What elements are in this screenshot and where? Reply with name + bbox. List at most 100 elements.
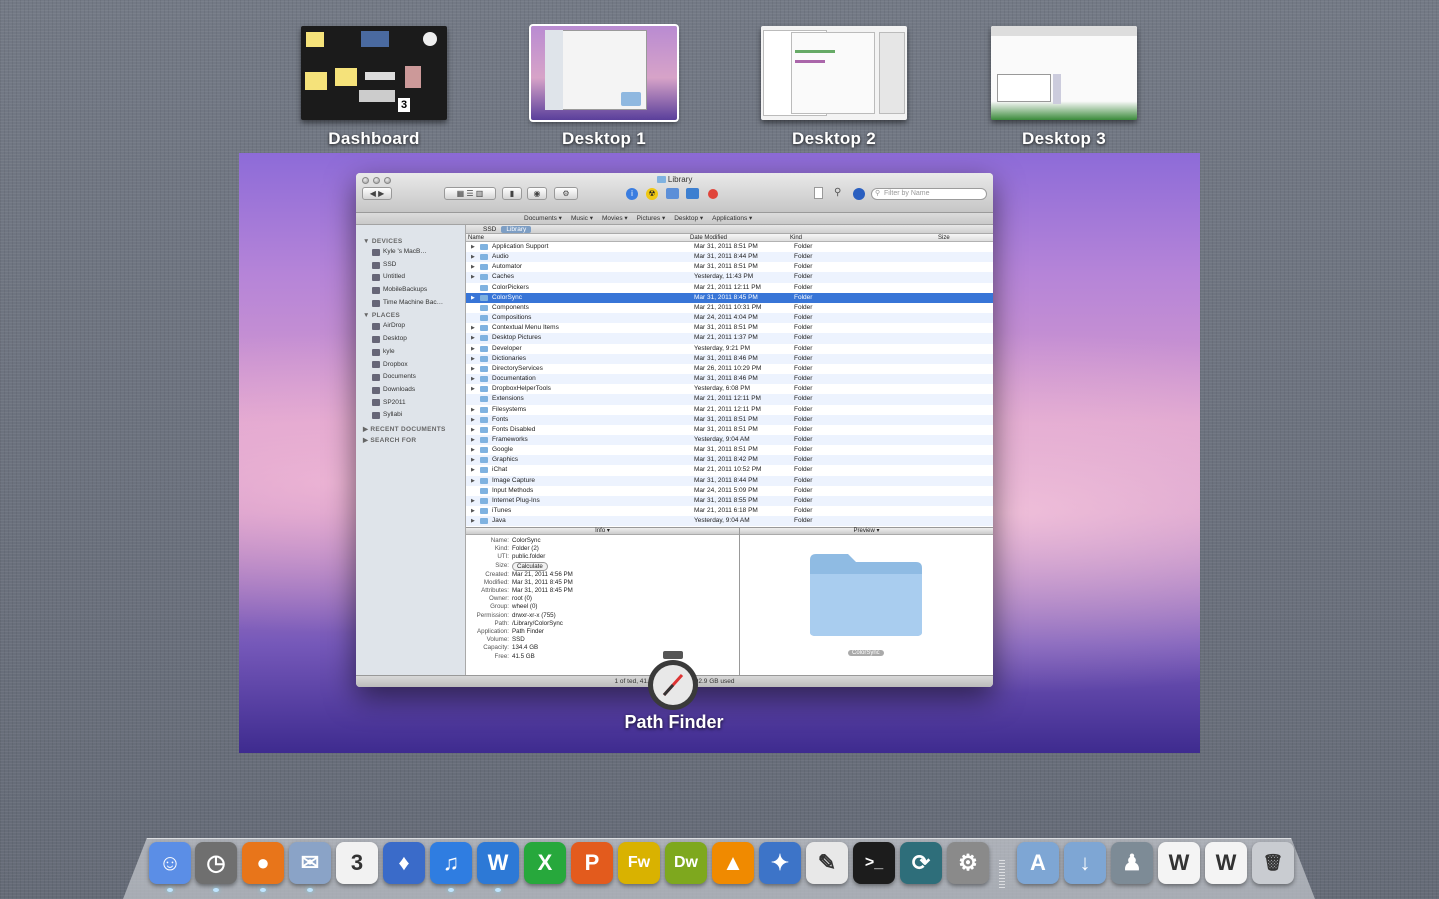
- vlc-icon[interactable]: ▲: [712, 842, 754, 884]
- sidebar-place-item[interactable]: AirDrop: [356, 320, 465, 333]
- info-pane-header[interactable]: Info ▾: [466, 528, 739, 535]
- globe-icon[interactable]: [853, 188, 865, 200]
- column-kind[interactable]: Kind: [790, 234, 802, 242]
- file-row[interactable]: ▶ Automator Mar 31, 2011 8:51 PM Folder: [466, 262, 993, 272]
- disclosure-triangle-icon[interactable]: ▶: [471, 425, 475, 435]
- disclosure-triangle-icon[interactable]: ▶: [471, 252, 475, 262]
- file-row[interactable]: ▶ ColorSync Mar 31, 2011 8:45 PM Folder: [466, 292, 993, 303]
- sidebar-place-item[interactable]: SP2011: [356, 397, 465, 410]
- disclosure-triangle-icon[interactable]: ▶: [471, 496, 475, 506]
- path-finder-app-icon[interactable]: [646, 651, 700, 711]
- column-name[interactable]: Name: [468, 234, 484, 242]
- sidebar-device-item[interactable]: Kyle 's MacB…: [356, 246, 465, 259]
- file-row[interactable]: ▶ Developer Yesterday, 9:21 PM Folder: [466, 344, 993, 354]
- word-document-2-icon[interactable]: W: [1205, 842, 1247, 884]
- magnifier-icon[interactable]: ⚲: [834, 187, 841, 198]
- disclosure-triangle-icon[interactable]: ▶: [471, 242, 475, 252]
- word-document-icon[interactable]: W: [1158, 842, 1200, 884]
- file-row[interactable]: Components Mar 21, 2011 10:31 PM Folder: [466, 303, 993, 313]
- disclosure-triangle-icon[interactable]: ▶: [471, 506, 475, 516]
- system-preferences-icon[interactable]: ⚙: [947, 842, 989, 884]
- desktop-1-preview[interactable]: Library ◀ ▶ ▦ ☰ ▥ ▮ ◉ ⚙ i ☢ ⚲ ⚲ Filter b…: [239, 153, 1200, 753]
- sidebar-place-item[interactable]: Desktop: [356, 333, 465, 346]
- file-row[interactable]: ▶ Graphics Mar 31, 2011 8:42 PM Folder: [466, 455, 993, 466]
- disclosure-triangle-icon[interactable]: ▶: [471, 405, 475, 415]
- applications-folder-icon[interactable]: A: [1017, 842, 1059, 884]
- sidebar-place-item[interactable]: Documents: [356, 371, 465, 384]
- file-row[interactable]: ColorPickers Mar 21, 2011 12:11 PM Folder: [466, 283, 993, 293]
- favorites-item[interactable]: Applications ▾: [712, 215, 752, 222]
- favorites-item[interactable]: Movies ▾: [602, 215, 628, 222]
- filter-search-input[interactable]: ⚲ Filter by Name: [871, 188, 987, 200]
- file-row[interactable]: ▶ DirectoryServices Mar 26, 2011 10:29 PM F…: [466, 364, 993, 374]
- file-row[interactable]: ▶ Application Support Mar 31, 2011 8:51 PM…: [466, 242, 993, 252]
- mail-icon[interactable]: ✉: [289, 842, 331, 884]
- file-row[interactable]: Input Methods Mar 24, 2011 5:09 PM Folder: [466, 486, 993, 496]
- screen-icon[interactable]: [686, 188, 699, 199]
- calculate-button[interactable]: Calculate: [512, 561, 548, 571]
- disclosure-triangle-icon[interactable]: ▶: [471, 364, 475, 374]
- time-machine-icon[interactable]: ⟳: [900, 842, 942, 884]
- sidebar-device-item[interactable]: Untitled: [356, 271, 465, 284]
- disclosure-triangle-icon[interactable]: ▶: [471, 415, 475, 425]
- fireworks-icon[interactable]: Fw: [618, 842, 660, 884]
- file-row[interactable]: ▶ Desktop Pictures Mar 21, 2011 1:37 PM Fol…: [466, 333, 993, 344]
- disclosure-triangle-icon[interactable]: ▶: [471, 262, 475, 272]
- disclosure-triangle-icon[interactable]: ▶: [471, 476, 475, 486]
- dreamweaver-icon[interactable]: Dw: [665, 842, 707, 884]
- back-forward-button[interactable]: ◀ ▶: [362, 187, 392, 200]
- terminal-icon[interactable]: >_: [853, 842, 895, 884]
- disclosure-triangle-icon[interactable]: ▶: [471, 323, 475, 333]
- adium-icon[interactable]: ♦: [383, 842, 425, 884]
- file-row[interactable]: ▶ Contextual Menu Items Mar 31, 2011 8:51 …: [466, 323, 993, 333]
- disclosure-triangle-icon[interactable]: ▶: [471, 374, 475, 384]
- document-icon[interactable]: [814, 187, 823, 199]
- devices-header[interactable]: ▼ DEVICES: [363, 238, 465, 245]
- trash-icon[interactable]: 🗑: [1252, 842, 1294, 884]
- coverflow-button[interactable]: ▮: [502, 187, 522, 200]
- downloads-folder-icon[interactable]: ↓: [1064, 842, 1106, 884]
- file-row[interactable]: ▶ Java Yesterday, 9:04 AM Folder: [466, 516, 993, 527]
- space-desktop-1[interactable]: Desktop 1: [529, 24, 679, 149]
- radiation-icon[interactable]: ☢: [646, 188, 658, 200]
- sidebar-place-item[interactable]: Dropbox: [356, 359, 465, 372]
- column-size[interactable]: Size: [938, 234, 950, 242]
- file-row[interactable]: ▶ iTunes Mar 21, 2011 6:18 PM Folder: [466, 506, 993, 516]
- file-row[interactable]: ▶ Image Capture Mar 31, 2011 8:44 PM Folder: [466, 475, 993, 486]
- disclosure-triangle-icon[interactable]: ▶: [471, 435, 475, 445]
- file-row[interactable]: ▶ Fonts Disabled Mar 31, 2011 8:51 PM Folde…: [466, 425, 993, 435]
- file-row[interactable]: ▶ DropboxHelperTools Yesterday, 6:08 PM Fol…: [466, 384, 993, 394]
- file-row[interactable]: ▶ Google Mar 31, 2011 8:51 PM Folder: [466, 445, 993, 455]
- path-finder-icon[interactable]: ◷: [195, 842, 237, 884]
- excel-icon[interactable]: X: [524, 842, 566, 884]
- sidebar-device-item[interactable]: Time Machine Bac…: [356, 297, 465, 310]
- window-titlebar[interactable]: Library ◀ ▶ ▦ ☰ ▥ ▮ ◉ ⚙ i ☢ ⚲ ⚲ Filter b…: [356, 173, 993, 213]
- file-row[interactable]: ▶ Internet Plug-Ins Mar 31, 2011 8:55 PM Fo…: [466, 495, 993, 507]
- disclosure-triangle-icon[interactable]: ▶: [471, 455, 475, 465]
- sidebar-place-item[interactable]: Downloads: [356, 384, 465, 397]
- finder-icon[interactable]: ☺: [149, 842, 191, 884]
- disclosure-triangle-icon[interactable]: ▶: [471, 293, 475, 303]
- space-desktop-3[interactable]: Desktop 3: [991, 26, 1137, 149]
- search-for-header[interactable]: ▶ SEARCH FOR: [363, 436, 465, 444]
- textedit-icon[interactable]: ✎: [806, 842, 848, 884]
- preview-pane-header[interactable]: Preview ▾: [740, 528, 993, 535]
- disclosure-triangle-icon[interactable]: ▶: [471, 445, 475, 455]
- file-row[interactable]: ▶ Filesystems Mar 21, 2011 12:11 PM Folder: [466, 405, 993, 415]
- view-mode-buttons[interactable]: ▦ ☰ ▥: [444, 187, 496, 200]
- itunes-icon[interactable]: ♫: [430, 842, 472, 884]
- space-dashboard[interactable]: 3 Dashboard: [301, 26, 447, 149]
- file-row[interactable]: ▶ Frameworks Yesterday, 9:04 AM Folder: [466, 434, 993, 446]
- action-gear-icon[interactable]: ⚙: [554, 187, 578, 200]
- disclosure-triangle-icon[interactable]: ▶: [471, 333, 475, 343]
- file-row[interactable]: ▶ Dictionaries Mar 31, 2011 8:46 PM Folder: [466, 353, 993, 364]
- sidebar-place-item[interactable]: Syllabi: [356, 409, 465, 422]
- firefox-icon[interactable]: ●: [242, 842, 284, 884]
- sidebar-device-item[interactable]: MobileBackups: [356, 284, 465, 297]
- column-date-modified[interactable]: Date Modified: [690, 234, 727, 242]
- file-row[interactable]: Extensions Mar 21, 2011 12:11 PM Folder: [466, 394, 993, 405]
- sidebar-device-item[interactable]: SSD: [356, 259, 465, 272]
- favorites-item[interactable]: Pictures ▾: [637, 215, 666, 222]
- path-segment-current[interactable]: Library: [501, 226, 532, 233]
- disclosure-triangle-icon[interactable]: ▶: [471, 272, 475, 282]
